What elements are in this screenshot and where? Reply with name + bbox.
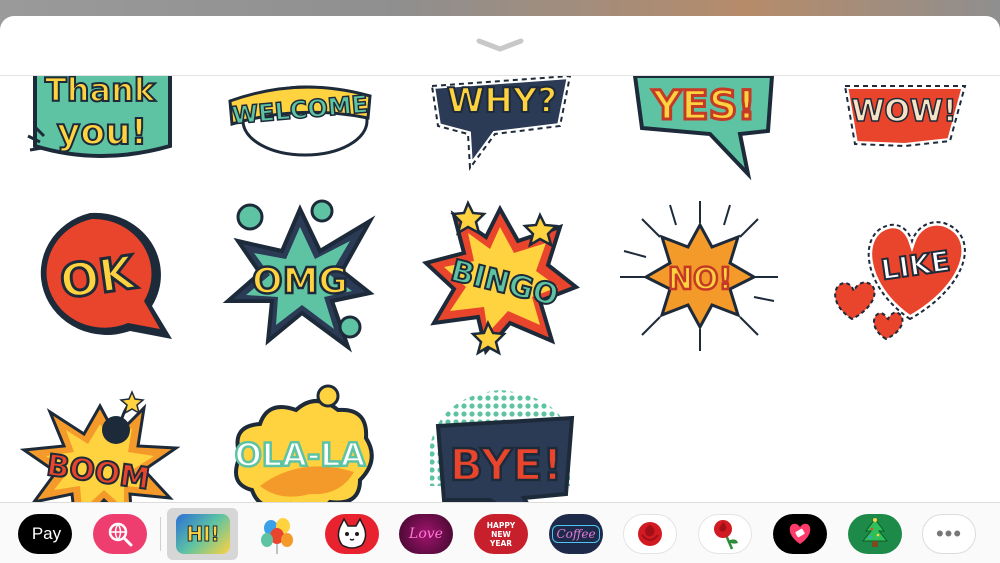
rose-app[interactable] (623, 514, 677, 554)
cat-icon (337, 517, 367, 549)
apple-pay-label: Pay (31, 524, 62, 543)
christmas-app[interactable] (848, 514, 902, 554)
rose-icon (638, 522, 662, 546)
globe-search-icon (108, 522, 133, 547)
christmas-tree-icon (861, 518, 889, 547)
sticker-like[interactable]: LIKE (820, 201, 980, 351)
sticker-bye[interactable]: BYE! (420, 386, 580, 502)
collapse-sheet-button[interactable] (470, 34, 530, 56)
sticker-wow[interactable]: WOW! (820, 76, 980, 166)
love-neon-app[interactable]: Love (399, 514, 453, 554)
sticker-why[interactable]: WHY? (420, 76, 580, 177)
sticker-grid: Thank you! WELCOME WHY? YES! WOW! OK OMG… (0, 76, 1000, 502)
sticker-ola-la[interactable]: OLA-LA (220, 384, 380, 502)
sticker-text: BYE! (449, 440, 562, 491)
sticker-text: WHY? (447, 81, 557, 121)
heart-icon (789, 523, 811, 544)
sticker-no[interactable]: NO! (620, 201, 780, 351)
sticker-thank-you[interactable]: Thank you! (20, 76, 180, 166)
rose-stem-app[interactable] (698, 514, 752, 554)
coffee-neon-app[interactable]: Coffee (549, 514, 603, 554)
more-apps-button[interactable]: ••• (922, 514, 976, 554)
balloons-icon (261, 518, 293, 554)
happy-new-year-app[interactable]: HAPPY NEW YEAR (474, 514, 528, 554)
sticker-text: OMG (252, 261, 348, 302)
sticker-bingo[interactable]: BINGO (420, 199, 580, 356)
sticker-boom[interactable]: BOOM (19, 386, 181, 502)
sticker-ok[interactable]: OK (20, 201, 180, 351)
new-year-app-label: HAPPY NEW YEAR (486, 520, 516, 548)
hi-stickers-app[interactable]: HI! (176, 514, 230, 554)
sticker-welcome[interactable]: WELCOME (220, 76, 380, 166)
tray-divider (160, 517, 161, 551)
sticker-text: you! (57, 112, 147, 153)
heart-app[interactable] (773, 514, 827, 554)
cat-stickers-app[interactable] (325, 514, 379, 554)
love-app-label: Love (409, 526, 443, 542)
sticker-yes[interactable]: YES! (620, 76, 780, 181)
web-search-app[interactable] (93, 514, 147, 554)
sticker-sheet: Thank you! WELCOME WHY? YES! WOW! OK OMG… (0, 16, 1000, 563)
sticker-text: OLA-LA (235, 436, 366, 474)
sticker-text: Thank (45, 76, 156, 109)
hi-app-label: HI! (186, 522, 220, 547)
sticker-text: WOW! (851, 94, 956, 129)
coffee-app-label: Coffee (552, 525, 600, 543)
chevron-down-icon (476, 38, 524, 52)
sticker-text: NO! (668, 262, 732, 297)
apple-pay-button[interactable]: Pay (18, 514, 72, 554)
balloons-app[interactable] (250, 514, 304, 554)
sticker-text: OK (57, 245, 141, 309)
more-icon: ••• (935, 521, 963, 546)
rose-stem-icon (714, 520, 738, 550)
sticker-omg[interactable]: OMG (220, 199, 380, 353)
sticker-text: YES! (651, 83, 755, 129)
app-drawer: Pay HI! Love HAPPY NEW YEAR Coffee ••• (0, 502, 1000, 563)
